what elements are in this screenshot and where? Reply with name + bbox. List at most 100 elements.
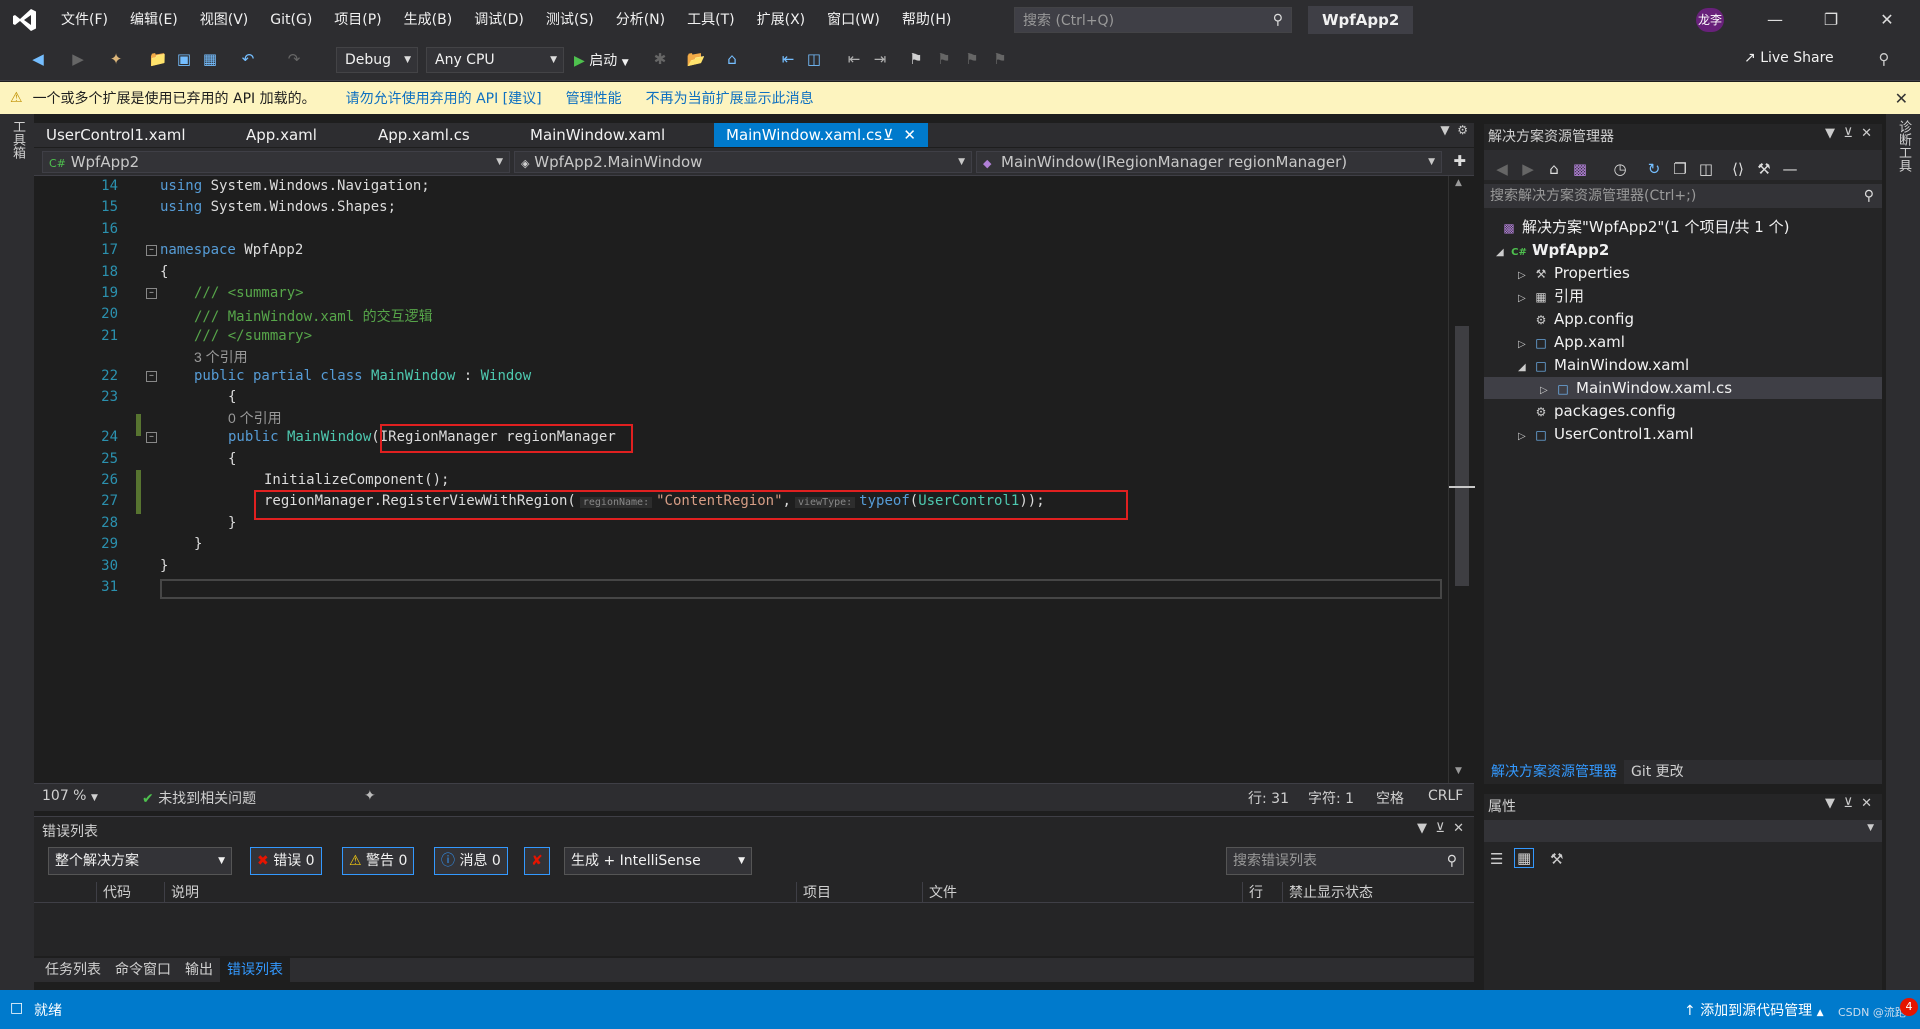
bookmark-prev-icon[interactable]: ⚑ (934, 49, 954, 69)
tree-item-usercontrol1-xaml[interactable]: ▷ □ UserControl1.xaml (1518, 423, 1694, 445)
menu-edit[interactable]: 编辑(E) (119, 0, 189, 40)
tree-item-packages-config[interactable]: ⚙ packages.config (1518, 400, 1676, 422)
hot-reload-icon[interactable]: ✱ (650, 49, 670, 69)
close-icon[interactable]: ✕ (1864, 0, 1910, 40)
show-all-files-icon[interactable]: ◫ (1696, 159, 1716, 179)
tab-app-xaml-cs[interactable]: App.xaml.cs (366, 123, 518, 147)
col-suppression[interactable]: 禁止显示状态 (1282, 882, 1373, 902)
scroll-up-icon[interactable]: ▲ (1455, 178, 1462, 188)
search-input[interactable]: 搜索 (Ctrl+Q) ⚲ (1014, 7, 1292, 33)
save-icon[interactable]: ▣ (174, 49, 194, 69)
notification-square-icon[interactable]: □ (10, 1000, 23, 1016)
menu-window[interactable]: 窗口(W) (816, 0, 891, 40)
chevron-down-icon[interactable]: ▼ (1440, 123, 1449, 137)
tab-mainwindow-xaml-cs[interactable]: MainWindow.xaml.cs ⊻ ✕ (714, 123, 928, 147)
avatar[interactable]: 龙李 (1696, 8, 1724, 32)
pin-icon[interactable]: ⊻ (1435, 821, 1445, 836)
tree-item-app-config[interactable]: ⚙ App.config (1518, 308, 1634, 330)
error-search-input[interactable]: 搜索错误列表 ⚲ (1226, 847, 1464, 875)
undo-icon[interactable]: ↶ (238, 49, 258, 69)
close-icon[interactable]: ✕ (1861, 126, 1872, 141)
codelens-references[interactable]: 0 个引用 (228, 408, 282, 428)
chevron-down-icon[interactable]: ▼ (1825, 126, 1835, 141)
alphabetical-icon[interactable]: ▦ (1514, 848, 1535, 868)
open-folder-icon[interactable]: 📁 (148, 49, 168, 69)
issues-indicator[interactable]: ✔ 未找到相关问题 (142, 788, 256, 808)
save-all-icon[interactable]: ▦ (200, 49, 220, 69)
tab-mainwindow-xaml[interactable]: MainWindow.xaml (518, 123, 714, 147)
switch-views-icon[interactable]: ▩ (1570, 159, 1590, 179)
chevron-down-icon[interactable]: ▼ (1825, 796, 1835, 811)
link-dont-show[interactable]: 不再为当前扩展显示此消息 (646, 88, 814, 108)
codelens-references[interactable]: 3 个引用 (194, 347, 248, 367)
tree-item-properties[interactable]: ▷ ⚒ Properties (1518, 262, 1630, 284)
filter-icon[interactable]: ✘ (524, 847, 550, 875)
col-description[interactable]: 说明 (164, 882, 199, 902)
home-icon[interactable]: ⌂ (1544, 159, 1564, 179)
code-editor[interactable]: 14 15 16 17 18 19 20 21 22 23 24 25 26 2… (34, 176, 1475, 783)
char-indicator[interactable]: 字符: 1 (1308, 788, 1354, 808)
feedback-icon[interactable]: ⚲ (1874, 49, 1894, 69)
vertical-scrollbar[interactable]: ▲ ▼ (1448, 176, 1475, 783)
warnings-filter-button[interactable]: ⚠ 警告 0 (342, 847, 415, 875)
categorized-icon[interactable]: ☰ (1490, 850, 1503, 868)
pending-changes-icon[interactable]: ◷ (1610, 159, 1630, 179)
forward-icon[interactable]: ▶ (1518, 159, 1538, 179)
eol-indicator[interactable]: CRLF (1428, 788, 1463, 804)
errors-filter-button[interactable]: ✖ 错误 0 (250, 847, 322, 875)
refresh-icon[interactable]: ↻ (1644, 159, 1664, 179)
tab-command-window[interactable]: 命令窗口 (108, 958, 178, 982)
indent-icon[interactable]: ⇥ (870, 49, 890, 69)
menu-git[interactable]: Git(G) (259, 0, 323, 40)
outdent-icon[interactable]: ⇤ (844, 49, 864, 69)
back-icon[interactable]: ◀ (28, 49, 48, 69)
menu-build[interactable]: 生成(B) (393, 0, 464, 40)
properties-wrench-icon[interactable]: ⚒ (1754, 159, 1774, 179)
add-source-control-button[interactable]: ↑ 添加到源代码管理 ▲ (1684, 1000, 1824, 1020)
minimize-icon[interactable]: — (1752, 0, 1798, 40)
close-icon[interactable]: ✕ (1895, 89, 1908, 108)
back-icon[interactable]: ◀ (1492, 159, 1512, 179)
menu-tools[interactable]: 工具(T) (676, 0, 745, 40)
forward-icon[interactable]: ▶ (68, 49, 88, 69)
notification-badge[interactable]: 4 (1900, 998, 1918, 1016)
close-icon[interactable]: ✕ (1861, 796, 1872, 811)
browse-folder-icon[interactable]: 📂 (686, 49, 706, 69)
tab-usercontrol1-xaml[interactable]: UserControl1.xaml (34, 123, 234, 147)
build-source-dropdown[interactable]: 生成 + IntelliSense ▼ (564, 847, 752, 875)
fold-toggle-icon[interactable]: – (146, 371, 157, 382)
col-code[interactable]: 代码 (96, 882, 131, 902)
property-pages-icon[interactable]: ⚒ (1550, 850, 1563, 868)
tab-error-list[interactable]: 错误列表 (220, 958, 290, 982)
pin-icon[interactable]: ⊻ (883, 126, 894, 144)
tab-solution-explorer[interactable]: 解决方案资源管理器 (1484, 760, 1624, 784)
new-project-icon[interactable]: ✦ (106, 49, 126, 69)
layout-icon[interactable]: ◫ (804, 49, 824, 69)
bookmark-icon[interactable]: ⚑ (906, 49, 926, 69)
tree-project[interactable]: ◢ C# WpfApp2 (1496, 239, 1609, 261)
chevron-down-icon[interactable]: ▼ (1417, 821, 1427, 836)
menu-help[interactable]: 帮助(H) (891, 0, 962, 40)
bookmark-clear-icon[interactable]: ⚑ (990, 49, 1010, 69)
tab-git-changes[interactable]: Git 更改 (1624, 760, 1691, 784)
scroll-thumb[interactable] (1455, 326, 1469, 586)
messages-filter-button[interactable]: ⓘ 消息 0 (434, 847, 508, 875)
line-indicator[interactable]: 行: 31 (1248, 788, 1289, 808)
col-file[interactable]: 文件 (922, 882, 957, 902)
code-view-icon[interactable]: ⟨⟩ (1728, 159, 1748, 179)
zoom-level[interactable]: 107 % ▼ (42, 788, 98, 804)
whitespace-indicator[interactable]: 空格 (1376, 788, 1404, 808)
cleanup-icon[interactable]: ✦ (364, 788, 376, 804)
diagnostic-tools-tab[interactable]: 诊断工具 (1894, 120, 1913, 172)
tab-task-list[interactable]: 任务列表 (38, 958, 108, 982)
menu-project[interactable]: 项目(P) (323, 0, 392, 40)
tree-solution[interactable]: ▩ 解决方案"WpfApp2"(1 个项目/共 1 个) (1500, 216, 1789, 238)
fold-toggle-icon[interactable]: – (146, 288, 157, 299)
link-manage-performance[interactable]: 管理性能 (566, 88, 622, 108)
class-dropdown[interactable]: ◈ WpfApp2.MainWindow ▼ (514, 151, 972, 173)
restore-icon[interactable]: ❐ (1808, 0, 1854, 40)
menu-file[interactable]: 文件(F) (50, 0, 119, 40)
tree-item-references[interactable]: ▷ ▦ 引用 (1518, 285, 1584, 307)
link-disallow-deprecated[interactable]: 请勿允许使用弃用的 API [建议] (346, 88, 542, 108)
menu-extensions[interactable]: 扩展(X) (746, 0, 817, 40)
